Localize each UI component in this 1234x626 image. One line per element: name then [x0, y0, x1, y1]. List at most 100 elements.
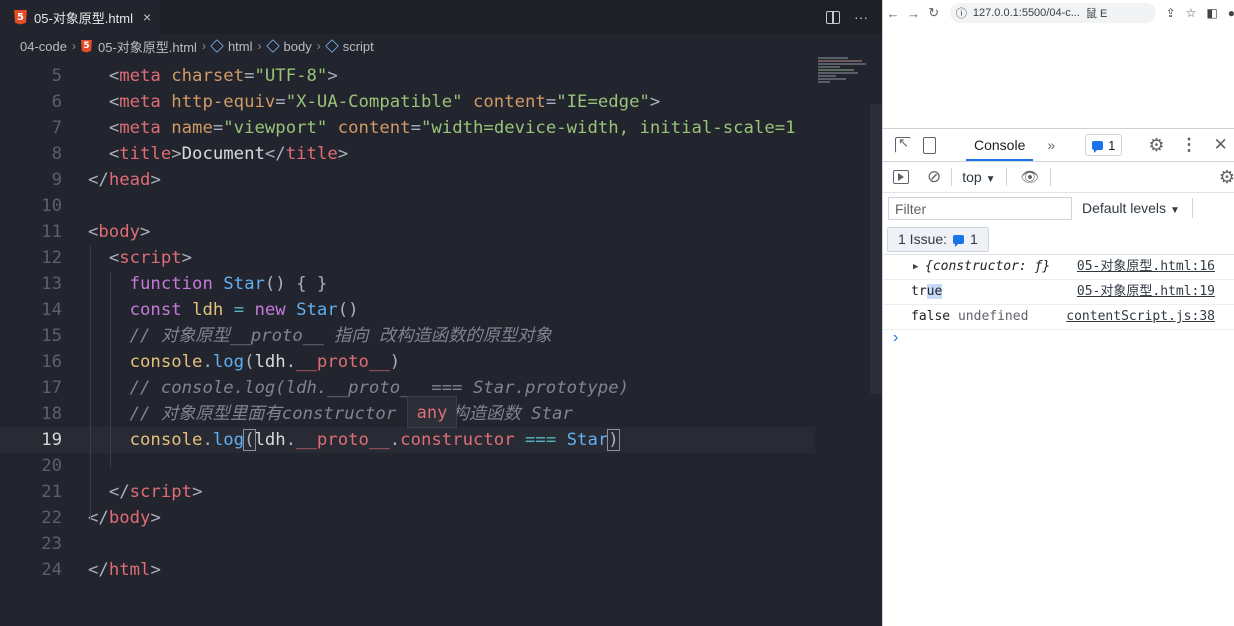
log-levels-label: Default levels — [1082, 200, 1167, 216]
file-tab-label: 05-对象原型.html — [34, 10, 133, 26]
code-text: <title>Document</title> — [108, 144, 349, 164]
element-icon — [265, 39, 280, 53]
issues-row: 1 Issue: 1 — [883, 224, 1234, 255]
page-viewport — [883, 26, 1234, 128]
code-line: 8 <title>Document</title> — [0, 141, 815, 167]
file-tab[interactable]: 5 05-对象原型.html × — [0, 0, 160, 34]
forward-icon[interactable]: → — [903, 6, 923, 21]
line-number: 7 — [51, 118, 62, 138]
toolbar-divider — [1049, 168, 1051, 186]
breadcrumb-html[interactable]: html — [210, 39, 253, 54]
more-actions-icon[interactable]: ··· — [854, 9, 868, 25]
log-source-link[interactable]: 05-对象原型.html:19 — [1077, 280, 1215, 304]
code-text: </body> — [88, 508, 161, 528]
editor-scrollbar[interactable] — [870, 104, 882, 394]
code-text: console.log(ldh.__proto__) — [129, 352, 401, 372]
code-line: 20 — [0, 453, 815, 479]
messages-badge[interactable]: 1 — [1085, 134, 1123, 156]
line-number: 24 — [41, 560, 62, 580]
message-icon — [1092, 140, 1104, 153]
breadcrumb-folder[interactable]: 04-code — [20, 39, 67, 54]
context-selector[interactable]: top ▼ — [962, 169, 995, 185]
code-comment: // 对象原型__proto__ 指向 改构造函数的原型对象 — [88, 326, 552, 346]
log-source-link[interactable]: 05-对象原型.html:16 — [1077, 255, 1215, 279]
line-number: 5 — [51, 66, 62, 86]
log-message: {constructor: ƒ} — [925, 259, 1051, 274]
context-label: top — [962, 169, 982, 185]
more-options-icon[interactable]: ⋮ — [1181, 135, 1198, 155]
indent-guide — [110, 272, 111, 468]
line-number: 22 — [41, 508, 62, 528]
line-number: 17 — [41, 378, 62, 398]
message-icon — [953, 234, 965, 247]
chevron-right-icon: › — [316, 39, 321, 53]
console-log-entry[interactable]: true 05-对象原型.html:19 — [883, 280, 1234, 305]
code-area[interactable]: 5 <meta charset="UTF-8"> 6 <meta http-eq… — [0, 63, 815, 583]
code-line: 15 // 对象原型__proto__ 指向 改构造函数的原型对象 — [0, 323, 815, 349]
element-icon — [324, 39, 339, 53]
code-line: 9 </head> — [0, 167, 815, 193]
more-tabs-icon[interactable]: » — [1047, 137, 1055, 153]
sidebar-toggle-icon[interactable] — [893, 170, 909, 184]
profile-icon[interactable]: ● — [1228, 6, 1234, 20]
device-toolbar-icon[interactable] — [923, 136, 936, 154]
close-icon[interactable]: ✕ — [1214, 135, 1228, 155]
filter-row: Filter Default levels ▼ — [883, 193, 1234, 223]
breadcrumb-script[interactable]: script — [324, 39, 374, 54]
filter-input[interactable]: Filter — [888, 196, 1072, 220]
line-number: 13 — [41, 274, 62, 294]
breadcrumb-file-label: 05-对象原型.html — [97, 39, 197, 55]
minimap[interactable] — [818, 56, 870, 96]
info-icon: ⓘ — [955, 8, 967, 20]
browser-window: ← → ↻ ⓘ 127.0.0.1:5500/04-c... 鼠 E ⇪ ☆ ◧… — [882, 0, 1234, 626]
reload-icon[interactable]: ↻ — [924, 5, 944, 21]
live-expression-eye-icon[interactable]: 👁 — [1021, 168, 1040, 186]
line-number: 21 — [41, 482, 62, 502]
chevron-right-icon: › — [257, 39, 262, 53]
sidebar-icon[interactable]: ◧ — [1206, 6, 1217, 20]
line-number: 15 — [41, 326, 62, 346]
browser-toolbar: ← → ↻ ⓘ 127.0.0.1:5500/04-c... 鼠 E ⇪ ☆ ◧… — [883, 0, 1234, 26]
code-line: 13 function Star() { } — [0, 271, 815, 297]
code-comment: // console.log(ldh.__proto__ === Star.pr… — [88, 378, 630, 398]
log-text: false — [911, 309, 951, 324]
issues-button[interactable]: 1 Issue: 1 — [887, 226, 989, 252]
line-number: 12 — [41, 248, 62, 268]
chevron-right-icon: › — [201, 39, 206, 53]
html5-icon: 5 — [80, 39, 92, 53]
breadcrumb-file[interactable]: 5 05-对象原型.html — [80, 37, 197, 56]
line-number: 8 — [51, 144, 62, 164]
log-levels-dropdown[interactable]: Default levels ▼ — [1082, 200, 1180, 216]
code-line: 7 <meta name="viewport" content="width=d… — [0, 115, 815, 141]
devtools-tab-bar: Console » 1 ⚙ ⋮ ✕ — [883, 129, 1234, 162]
breadcrumb-body[interactable]: body — [265, 39, 312, 54]
console-settings-icon[interactable]: ⚙ — [1219, 167, 1234, 188]
address-bar[interactable]: ⓘ 127.0.0.1:5500/04-c... 鼠 E — [949, 3, 1156, 23]
toolbar-divider — [1191, 198, 1193, 218]
type-hover-tooltip: any — [407, 396, 457, 428]
log-message: false undefined — [911, 305, 1028, 329]
tab-console[interactable]: Console — [966, 129, 1034, 161]
console-log-entry[interactable]: false undefined contentScript.js:38 — [883, 305, 1234, 330]
share-icon[interactable]: ⇪ — [1166, 6, 1176, 20]
settings-icon[interactable]: ⚙ — [1148, 135, 1164, 156]
code-editor[interactable]: 5 05-对象原型.html × ··· 04-code › 5 05-对象原型.… — [0, 0, 882, 626]
line-number: 9 — [51, 170, 62, 190]
code-text: <meta name="viewport" content="width=dev… — [108, 118, 796, 138]
console-prompt-icon[interactable]: › — [893, 329, 898, 347]
console-log-entry[interactable]: ▶ {constructor: ƒ} 05-对象原型.html:16 — [883, 255, 1234, 280]
line-number: 19 — [41, 430, 62, 450]
line-number: 14 — [41, 300, 62, 320]
expand-triangle-icon[interactable]: ▶ — [913, 255, 918, 279]
messages-count: 1 — [1108, 137, 1116, 153]
inspect-element-icon[interactable] — [895, 135, 911, 153]
log-source-link[interactable]: contentScript.js:38 — [1066, 305, 1215, 329]
star-icon[interactable]: ☆ — [1186, 6, 1197, 20]
back-icon[interactable]: ← — [883, 6, 903, 21]
code-line: 14 const ldh = new Star() — [0, 297, 815, 323]
clear-console-icon[interactable]: ⊘ — [927, 167, 941, 187]
split-editor-icon[interactable] — [826, 10, 840, 24]
close-icon[interactable]: × — [143, 9, 151, 25]
code-line: 16 console.log(ldh.__proto__) — [0, 349, 815, 375]
code-text: <body> — [88, 222, 151, 242]
